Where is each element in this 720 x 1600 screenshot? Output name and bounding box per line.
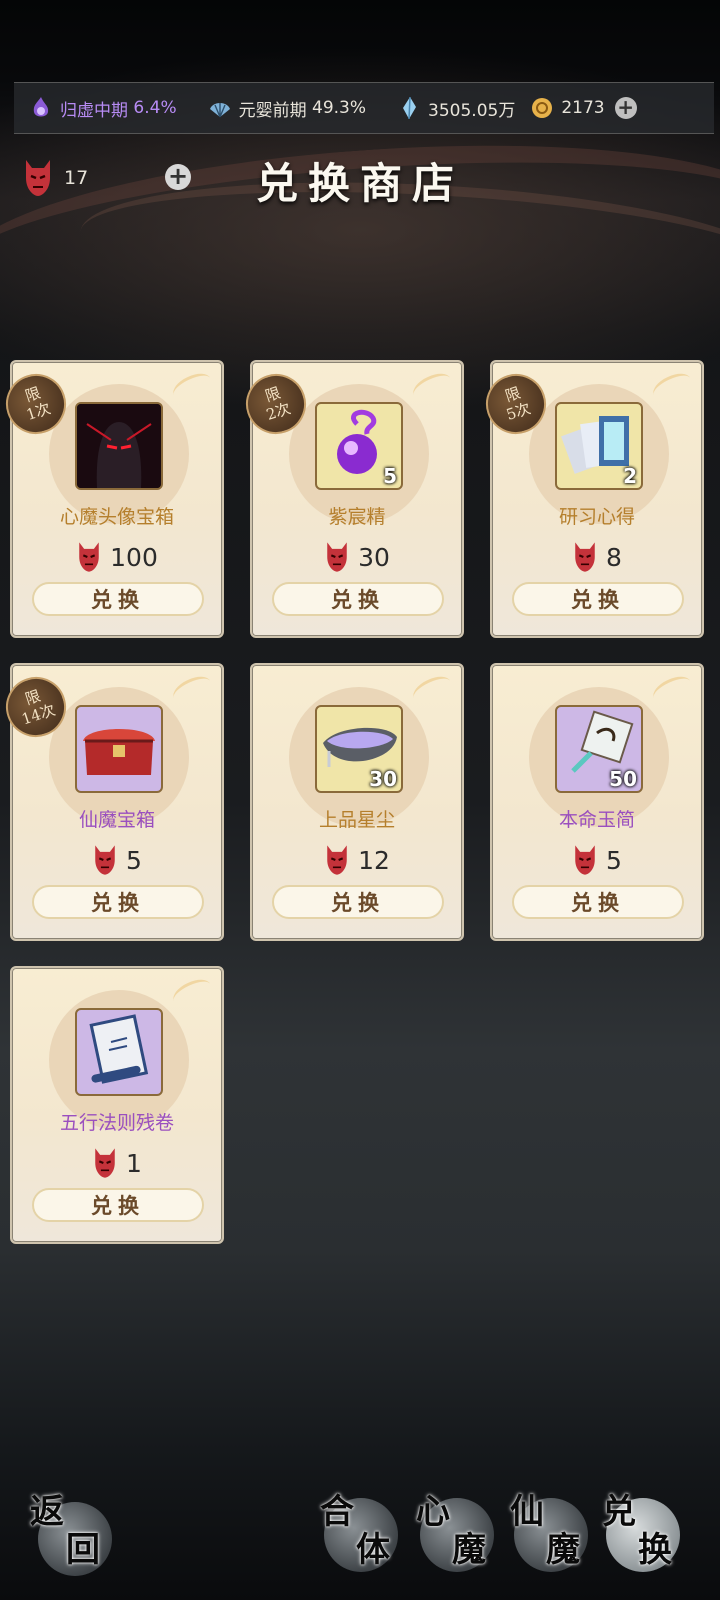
back-button[interactable]: 返 回 [30, 1492, 112, 1576]
item-quantity: 5 [383, 464, 397, 488]
item-name: 心魔头像宝箱 [59, 506, 174, 528]
item-icon-box[interactable]: 50 [555, 705, 643, 793]
shop-item-card: 五行法则残卷 1 兑换 [10, 966, 224, 1244]
price-value: 100 [110, 542, 158, 572]
secondary-stage-stat: 元婴前期 49.3% [207, 95, 366, 121]
exchange-button[interactable]: 兑换 [32, 1188, 204, 1222]
shop-item-card: 30 上品星尘 12 兑换 [250, 663, 464, 941]
item-name: 五行法则残卷 [59, 1112, 174, 1134]
demon-mask-icon [575, 845, 595, 875]
item-quantity: 30 [369, 767, 397, 791]
item-icon-box[interactable]: 5 [315, 402, 403, 490]
add-gold-button[interactable]: + [614, 97, 637, 119]
spirit-crystal-icon [403, 96, 417, 120]
exchange-button[interactable]: 兑换 [32, 582, 204, 616]
demon-mask-icon [327, 542, 347, 572]
item-icon-box[interactable]: 30 [315, 705, 403, 793]
shop-item-card: 2 研习心得 8 兑换限 5次 [478, 360, 704, 638]
tab-fusion[interactable]: 合 体 [320, 1492, 402, 1572]
exchange-button[interactable]: 兑换 [512, 582, 684, 616]
price-value: 12 [358, 845, 390, 875]
price-value: 5 [606, 845, 622, 875]
demon-mask-icon [327, 845, 347, 875]
demon-mask-icon [79, 542, 99, 572]
demon-avatar-chest-icon [77, 404, 161, 488]
item-quantity: 50 [609, 767, 637, 791]
demon-mask-icon [575, 542, 595, 572]
exchange-button[interactable]: 兑换 [512, 885, 684, 919]
exchange-button[interactable]: 兑换 [32, 885, 204, 919]
spirit-crystal-stat: 3505.05万 [396, 95, 515, 121]
item-icon-box[interactable] [75, 402, 163, 490]
shop-item-card: 50 本命玉简 5 兑换 [490, 663, 704, 941]
shop-item-card: 仙魔宝箱 5 兑换限 14次 [0, 663, 224, 941]
item-price: 5 [12, 843, 222, 877]
decorative-leaf [409, 671, 455, 708]
item-price: 1 [12, 1146, 222, 1180]
item-name: 紫宸精 [328, 506, 386, 528]
page-title: 兑换商店 [255, 159, 464, 208]
purple-flame-icon [33, 97, 49, 117]
cultivation-stage-stat: 归虚中期 6.4% [28, 95, 177, 121]
decorative-leaf [169, 368, 215, 405]
decorative-leaf [169, 974, 215, 1011]
price-value: 5 [126, 845, 142, 875]
item-price: 8 [492, 540, 702, 574]
decorative-leaf [649, 368, 695, 405]
item-icon-box[interactable] [75, 1008, 163, 1096]
status-bar: 归虚中期 6.4% 元婴前期 49.3% 3505.05万 2173 + [14, 82, 714, 134]
price-value: 1 [126, 1148, 142, 1178]
tab-heart-demon[interactable]: 心 魔 [416, 1492, 498, 1572]
item-price: 12 [252, 843, 462, 877]
item-price: 5 [492, 843, 702, 877]
item-name: 仙魔宝箱 [78, 809, 155, 831]
price-value: 8 [606, 542, 622, 572]
gold-coin-icon [532, 98, 553, 118]
item-name: 上品星尘 [318, 809, 395, 831]
item-name: 研习心得 [558, 506, 635, 528]
demon-mask-icon [95, 845, 115, 875]
demon-mask-icon [95, 1148, 115, 1178]
decorative-leaf [409, 368, 455, 405]
item-name: 本命玉简 [558, 809, 635, 831]
scroll-icon [77, 1014, 161, 1094]
item-icon-box[interactable]: 2 [555, 402, 643, 490]
tab-immortal-demon[interactable]: 仙 魔 [510, 1492, 592, 1572]
decorative-leaf [649, 671, 695, 708]
item-price: 100 [12, 540, 222, 574]
item-quantity: 2 [623, 464, 637, 488]
tab-exchange[interactable]: 兑 换 [602, 1492, 684, 1572]
fan-icon [209, 103, 230, 118]
gold-coin-stat: 2173 [529, 95, 605, 121]
shop-item-card: 5 紫宸精 30 兑换限 2次 [238, 360, 464, 638]
red-chest-icon [77, 729, 161, 791]
exchange-button[interactable]: 兑换 [272, 885, 444, 919]
item-icon-box[interactable] [75, 705, 163, 793]
price-value: 30 [358, 542, 390, 572]
exchange-button[interactable]: 兑换 [272, 582, 444, 616]
shop-item-card: 心魔头像宝箱 100 兑换限 1次 [0, 360, 224, 638]
decorative-leaf [169, 671, 215, 708]
item-price: 30 [252, 540, 462, 574]
